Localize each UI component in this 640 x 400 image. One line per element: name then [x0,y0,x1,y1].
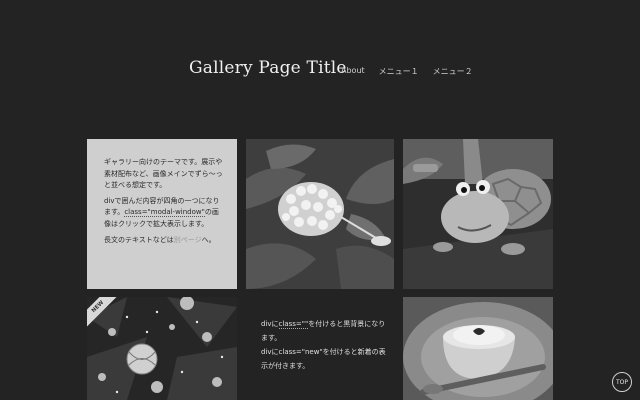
black-text-tile: divにclass=""を付けると黒背景になります。 divにclass="ne… [246,297,394,400]
hydrangea-photo [246,139,394,289]
intro-text-tile: ギャラリー向けのテーマです。展示や素材配布など、画像メインでずら〜っと並べる想定… [87,139,237,289]
dessert-photo [403,297,553,400]
main-nav: About メニュー１ メニュー２ [341,66,473,77]
empty-class-code: class="" [278,320,309,329]
turtle-photo-tile[interactable] [403,139,553,289]
intro-text: ギャラリー向けのテーマです。展示や素材配布など、画像メインでずら〜っと並べる想定… [104,157,224,250]
intro-line-3: 長文のテキストなどは別ページへ。 [104,235,224,247]
christmas-tree-photo [87,297,237,400]
black-tile-text: divにclass=""を付けると黒背景になります。 divにclass="ne… [261,317,386,373]
intro-line-3-post: へ。 [201,235,216,244]
christmas-tree-photo-tile[interactable]: NEW [87,297,237,400]
site-title[interactable]: Gallery Page Title [189,58,347,78]
dessert-photo-tile[interactable] [403,297,553,400]
black-tile-line-2: divにclass="new"を付けると新着の表示が付きます。 [261,348,386,370]
nav-about[interactable]: About [341,66,365,77]
intro-line-1: ギャラリー向けのテーマです。展示や素材配布など、画像メインでずら〜っと並べる想定… [104,158,223,190]
back-to-top-button[interactable]: TOP [612,372,632,392]
intro-line-2: divで囲んだ内容が四角の一つになります。class="modal-window… [104,196,224,231]
turtle-photo [403,139,553,289]
hydrangea-photo-tile[interactable] [246,139,394,289]
nav-menu-2[interactable]: メニュー２ [433,66,473,77]
black-tile-line-1: divにclass=""を付けると黒背景になります。 [261,317,386,345]
intro-line-3-pre: 長文のテキストなどは [104,235,174,244]
modal-class-code: class="modal-window" [124,208,205,218]
nav-menu-1[interactable]: メニュー１ [379,66,419,77]
other-page-link[interactable]: 別ページ [174,236,202,244]
black-tile-line-1-pre: divに [261,320,279,328]
header: Gallery Page Title About メニュー１ メニュー２ [0,0,640,120]
